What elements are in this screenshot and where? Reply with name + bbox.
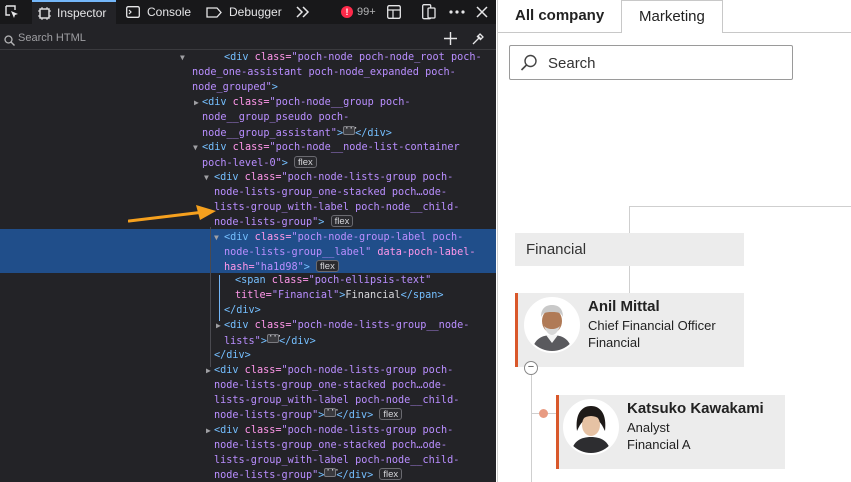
flex-badge[interactable]: flex bbox=[379, 408, 403, 420]
markup-line[interactable]: node_one-assistant poch-node_expanded po… bbox=[0, 66, 496, 81]
markup-line[interactable]: </div> bbox=[0, 349, 496, 364]
avatar bbox=[563, 399, 619, 455]
inspector-icon bbox=[38, 6, 51, 20]
markup-line[interactable]: node-lists-group"></div> flex bbox=[0, 464, 496, 482]
tab-console-label: Console bbox=[147, 5, 192, 19]
person-title: Chief Financial Officer bbox=[588, 318, 716, 333]
more-tabs-chevron-icon[interactable] bbox=[296, 0, 312, 24]
expand-triangle-icon[interactable]: ▼ bbox=[193, 141, 198, 156]
markup-tree: ▼ <div class="poch-node poch-node_root po… bbox=[0, 51, 496, 482]
expand-triangle-icon[interactable]: ▼ bbox=[214, 231, 219, 246]
collapsed-content-icon[interactable] bbox=[324, 404, 337, 419]
connector-dot-icon bbox=[539, 409, 548, 418]
org-search-input[interactable] bbox=[548, 54, 778, 72]
person-name: Katsuko Kawakami bbox=[627, 400, 764, 417]
markup-line[interactable]: node-lists-group__label" data-poch-label… bbox=[0, 246, 496, 261]
connector-line bbox=[629, 206, 630, 234]
flex-badge[interactable]: flex bbox=[330, 215, 354, 227]
flex-badge[interactable]: flex bbox=[316, 260, 339, 272]
markup-line[interactable]: ▶ <div class="poch-node__group poch- bbox=[0, 96, 496, 111]
dock-layout-icon[interactable] bbox=[387, 0, 403, 24]
markup-line[interactable]: lists-group_with-label poch-node__child- bbox=[0, 201, 496, 216]
connector-line bbox=[629, 266, 630, 294]
person-card[interactable]: Katsuko Kawakami Analyst Financial A bbox=[556, 395, 785, 469]
collapse-triangle-icon[interactable]: ▶ bbox=[206, 424, 211, 439]
markup-line[interactable]: ▶ <div class="poch-node-lists-group poch- bbox=[0, 364, 496, 379]
markup-line[interactable]: ▼ <div class="poch-node__node-list-contai… bbox=[0, 141, 496, 156]
markup-line[interactable]: lists-group_with-label poch-node__child- bbox=[0, 454, 496, 469]
markup-line[interactable]: </div> bbox=[0, 304, 496, 319]
markup-line[interactable]: node__group_pseudo poch- bbox=[0, 111, 496, 126]
element-picker-icon[interactable] bbox=[4, 0, 26, 24]
tab-marketing[interactable]: Marketing bbox=[621, 0, 723, 33]
connector-line bbox=[531, 368, 532, 482]
org-chart-page: All company Marketing Financial Anil Mit… bbox=[497, 0, 851, 482]
collapse-triangle-icon[interactable]: ▶ bbox=[206, 364, 211, 379]
tab-all-company[interactable]: All company bbox=[498, 0, 621, 34]
markup-line[interactable]: <span class="poch-ellipsis-text" bbox=[0, 274, 496, 289]
search-icon bbox=[4, 31, 15, 50]
collapsed-content-icon[interactable] bbox=[343, 122, 356, 137]
error-count-badge[interactable]: ! 99+ bbox=[341, 0, 381, 24]
markup-line[interactable]: title="Financial">Financial</span> bbox=[0, 289, 496, 304]
close-icon[interactable] bbox=[476, 0, 490, 24]
error-count: 99+ bbox=[357, 6, 376, 18]
markup-line[interactable]: node_grouped"> bbox=[0, 81, 496, 96]
expand-triangle-icon[interactable]: ▼ bbox=[204, 171, 209, 186]
markup-line[interactable]: poch-level-0"> flex bbox=[0, 156, 496, 171]
connector-line bbox=[629, 206, 851, 207]
markup-line[interactable]: ▼ <div class="poch-node-lists-group poch- bbox=[0, 171, 496, 186]
debugger-icon bbox=[206, 6, 222, 18]
search-html-input[interactable] bbox=[18, 30, 418, 46]
markup-line[interactable]: hash="ha1d98"> flex bbox=[0, 260, 496, 275]
devtools-panel: Inspector Console Debugger ! 99+ Search … bbox=[0, 0, 496, 482]
console-icon bbox=[126, 6, 140, 18]
company-tabs: All company Marketing bbox=[498, 0, 851, 33]
annotation-arrow-icon bbox=[128, 205, 216, 223]
person-department: Financial A bbox=[627, 437, 691, 452]
markup-line[interactable]: lists-group_with-label poch-node__child- bbox=[0, 394, 496, 409]
person-card[interactable]: Anil Mittal Chief Financial Officer Fina… bbox=[515, 293, 744, 367]
group-label-financial: Financial bbox=[515, 233, 744, 266]
responsive-mode-icon[interactable] bbox=[422, 0, 438, 24]
tab-debugger[interactable]: Debugger bbox=[206, 0, 286, 24]
markup-line[interactable]: ▶ <div class="poch-node-lists-group__node… bbox=[0, 319, 496, 334]
collapse-button[interactable]: − bbox=[524, 361, 538, 375]
flex-badge[interactable]: flex bbox=[294, 156, 317, 168]
html-search-bar bbox=[0, 25, 496, 50]
markup-line[interactable]: node-lists-group"></div> flex bbox=[0, 404, 496, 423]
markup-line[interactable]: ▼ <div class="poch-node poch-node_root po… bbox=[0, 51, 496, 66]
markup-line[interactable]: ▼ <div class="poch-node-group-label poch- bbox=[0, 231, 496, 246]
expand-triangle-icon[interactable]: ▼ bbox=[180, 51, 185, 66]
tab-console[interactable]: Console bbox=[126, 0, 200, 24]
devtools-toolbar: Inspector Console Debugger ! 99+ bbox=[0, 0, 496, 24]
avatar bbox=[524, 297, 580, 353]
markup-line[interactable]: node-lists-group_one-stacked poch…ode- bbox=[0, 186, 496, 201]
collapse-triangle-icon[interactable]: ▶ bbox=[194, 96, 199, 111]
markup-line[interactable]: node-lists-group_one-stacked poch…ode- bbox=[0, 439, 496, 454]
eyedropper-icon[interactable] bbox=[472, 30, 485, 49]
person-department: Financial bbox=[588, 335, 641, 350]
markup-line[interactable]: lists"></div> bbox=[0, 330, 496, 349]
search-icon bbox=[520, 54, 538, 76]
person-name: Anil Mittal bbox=[588, 298, 660, 315]
more-options-icon[interactable] bbox=[449, 0, 465, 24]
error-icon: ! bbox=[341, 6, 353, 18]
markup-line[interactable]: ▶ <div class="poch-node-lists-group poch- bbox=[0, 424, 496, 439]
collapsed-content-icon[interactable] bbox=[266, 330, 279, 345]
tab-inspector[interactable]: Inspector bbox=[32, 0, 116, 24]
collapsed-content-icon[interactable] bbox=[324, 464, 337, 479]
flex-badge[interactable]: flex bbox=[379, 468, 403, 480]
markup-line[interactable]: node__group_assistant"></div> bbox=[0, 122, 496, 141]
org-search-box[interactable] bbox=[509, 45, 793, 80]
person-title: Analyst bbox=[627, 420, 670, 435]
collapse-triangle-icon[interactable]: ▶ bbox=[216, 319, 221, 334]
tab-debugger-label: Debugger bbox=[229, 5, 282, 19]
add-node-icon[interactable] bbox=[444, 30, 457, 49]
markup-line[interactable]: node-lists-group_one-stacked poch…ode- bbox=[0, 379, 496, 394]
tab-inspector-label: Inspector bbox=[57, 6, 107, 20]
markup-line[interactable]: node-lists-group"> flex bbox=[0, 215, 496, 230]
